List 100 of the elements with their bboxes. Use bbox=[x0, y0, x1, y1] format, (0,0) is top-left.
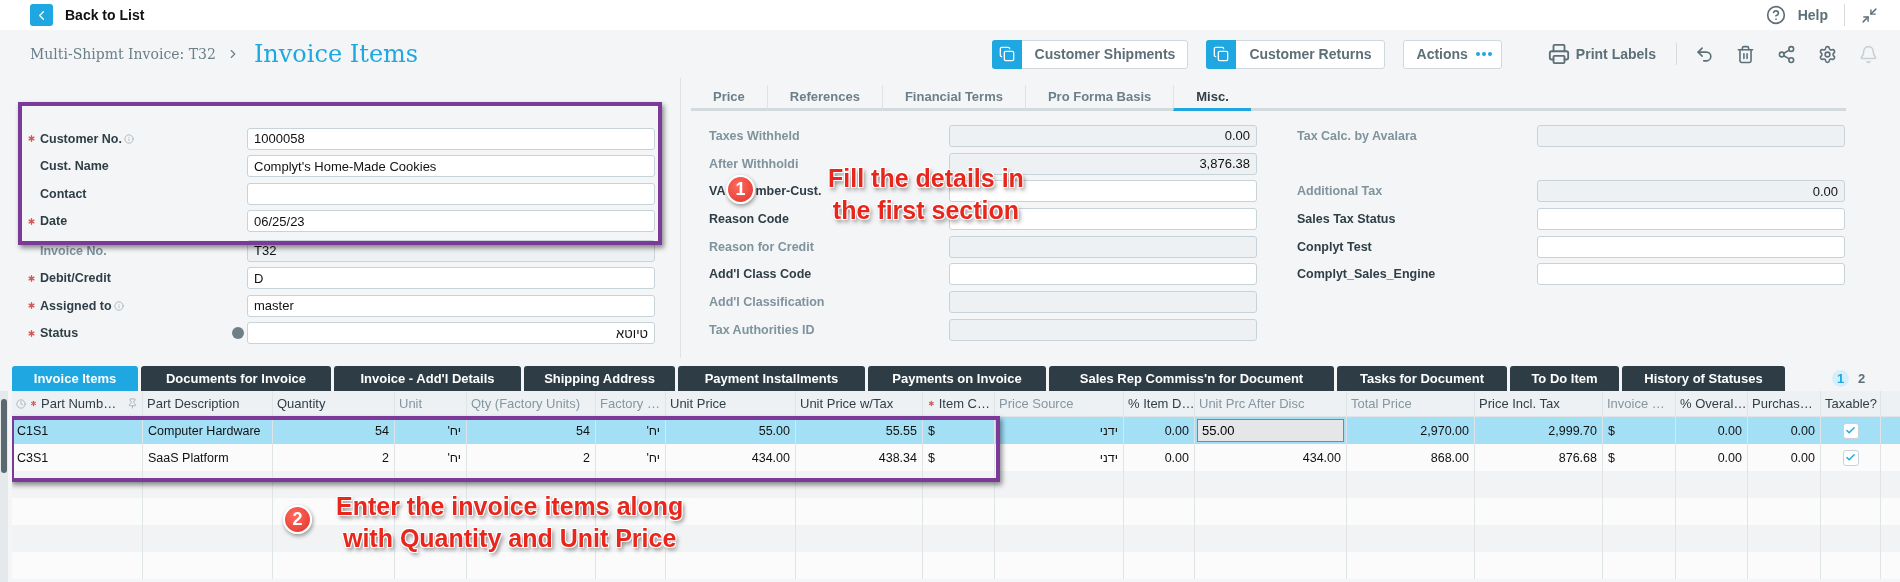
column-header[interactable]: Unit Price w/Tax bbox=[796, 391, 923, 416]
tab[interactable]: References bbox=[766, 85, 882, 111]
column-header[interactable]: Part Description bbox=[143, 391, 273, 416]
documents-icon bbox=[998, 46, 1015, 62]
tab[interactable]: Shipping Address bbox=[524, 366, 675, 391]
field-label: Add'l Classification bbox=[709, 294, 826, 309]
input-field[interactable]: 06/25/23 bbox=[247, 210, 655, 233]
page-button[interactable]: 2 bbox=[1853, 370, 1870, 387]
input-field[interactable] bbox=[949, 263, 1257, 286]
input-field[interactable]: master bbox=[247, 294, 655, 317]
tab[interactable]: Payments on Invoice bbox=[868, 366, 1046, 391]
info-icon[interactable] bbox=[123, 133, 134, 144]
column-title: Factory … bbox=[600, 396, 660, 411]
field-label: Assigned to bbox=[40, 298, 228, 313]
checkbox[interactable] bbox=[1842, 422, 1859, 439]
input-field[interactable] bbox=[1537, 235, 1845, 258]
field-label: Status bbox=[40, 326, 80, 341]
column-title: Qty (Factory Units) bbox=[471, 396, 581, 411]
step-badge: 1 bbox=[726, 175, 755, 204]
field-label: Customer No. bbox=[40, 131, 228, 146]
help-link[interactable]: Help bbox=[1797, 7, 1828, 23]
column-header[interactable]: Quantity bbox=[273, 391, 395, 416]
dots-icon bbox=[1475, 52, 1492, 56]
input-field[interactable] bbox=[1537, 207, 1845, 230]
column-title: Part Description bbox=[147, 396, 240, 411]
link-button[interactable]: Customer Shipments bbox=[991, 39, 1189, 69]
field-label: Tax Authorities ID bbox=[709, 322, 816, 337]
column-title: Unit Price bbox=[670, 396, 727, 411]
column-title: Invoice … bbox=[1607, 396, 1665, 411]
printer-icon bbox=[1547, 43, 1570, 65]
field-label: Sales Tax Status bbox=[1297, 211, 1397, 226]
input-field[interactable]: D bbox=[247, 267, 655, 290]
scrollbar[interactable] bbox=[0, 391, 8, 582]
column-title: Item C… bbox=[938, 396, 990, 411]
column-title: % Overal… bbox=[1680, 396, 1747, 411]
field-label: Reason Code bbox=[709, 211, 790, 226]
field-label: mber-Cust. bbox=[755, 184, 822, 199]
tab[interactable]: Price bbox=[691, 85, 767, 111]
tab[interactable]: Pro Forma Basis bbox=[1024, 85, 1174, 111]
link-button[interactable]: Customer Returns bbox=[1206, 39, 1385, 69]
collapse-icon[interactable] bbox=[1861, 6, 1878, 24]
column-title: Unit bbox=[399, 396, 423, 411]
field-label: Additional Tax bbox=[1297, 184, 1384, 199]
column-header[interactable]: Purchas… bbox=[1748, 391, 1821, 416]
tab[interactable]: Invoice - Add'l Details bbox=[334, 366, 521, 391]
column-header[interactable]: % Item D… bbox=[1124, 391, 1195, 416]
actions-button[interactable]: Actions bbox=[1402, 39, 1502, 69]
field-label: Contact bbox=[40, 186, 88, 201]
input-field[interactable]: Complyt's Home-Made Cookies bbox=[247, 155, 655, 178]
tab[interactable]: History of Statuses bbox=[1622, 366, 1785, 391]
column-header[interactable]: % Overal… bbox=[1676, 391, 1748, 416]
column-title: Unit Price w/Tax bbox=[800, 396, 894, 411]
check-icon bbox=[1845, 452, 1856, 463]
tab[interactable]: Financial Terms bbox=[881, 85, 1025, 111]
tab[interactable]: Payment Installments bbox=[678, 366, 865, 391]
input-field[interactable] bbox=[1537, 263, 1845, 286]
input-field[interactable]: טיוטא bbox=[247, 322, 655, 345]
field-label: After Withholdi bbox=[709, 156, 800, 171]
trash-icon[interactable] bbox=[1736, 44, 1755, 64]
tab[interactable]: Sales Rep Commiss'n for Document bbox=[1049, 366, 1334, 391]
column-title: % Item D… bbox=[1128, 396, 1195, 411]
field-label: Date bbox=[40, 214, 69, 229]
settings-icon[interactable] bbox=[1818, 44, 1837, 64]
back-button[interactable]: Back to List bbox=[30, 4, 145, 26]
input-field[interactable]: 1000058 bbox=[247, 127, 655, 150]
column-title: Unit Prc After Disc bbox=[1199, 396, 1305, 411]
undo-icon[interactable] bbox=[1695, 44, 1714, 64]
field-label: Add'l Class Code bbox=[709, 267, 813, 282]
column-title: Price Incl. Tax bbox=[1479, 396, 1560, 411]
tab[interactable]: To Do Item bbox=[1510, 366, 1619, 391]
documents-icon bbox=[1213, 46, 1230, 62]
field-label: Tax Calc. by Avalara bbox=[1297, 128, 1418, 143]
column-title: Part Numb… bbox=[41, 396, 117, 411]
column-header[interactable]: Taxable? bbox=[1821, 391, 1881, 416]
column-title: Quantity bbox=[277, 396, 326, 411]
checkbox[interactable] bbox=[1842, 449, 1859, 466]
column-header[interactable]: Price Incl. Tax bbox=[1475, 391, 1603, 416]
info-icon[interactable] bbox=[113, 300, 124, 311]
tab[interactable]: Misc. bbox=[1173, 85, 1251, 111]
pin-icon[interactable] bbox=[127, 398, 138, 409]
annotation-text: Enter the invoice items along with Quantity and Unit Price bbox=[336, 491, 684, 554]
column-header[interactable]: Item C… bbox=[923, 391, 995, 416]
column-header[interactable]: Part Numb… bbox=[12, 391, 143, 416]
share-icon[interactable] bbox=[1777, 44, 1796, 64]
cell-editor[interactable]: 55.00 bbox=[1197, 419, 1344, 442]
field-label: Reason for Credit bbox=[709, 239, 815, 254]
status-dot bbox=[231, 327, 244, 340]
check-icon bbox=[1845, 425, 1856, 436]
help-icon[interactable] bbox=[1765, 5, 1786, 25]
breadcrumb-link[interactable]: Multi-Shipmt Invoice: T32 bbox=[30, 46, 216, 62]
field-label: Debit/Credit bbox=[40, 271, 112, 286]
input-field[interactable] bbox=[247, 182, 655, 205]
print-labels-button[interactable]: Print Labels bbox=[1541, 42, 1662, 66]
tab[interactable]: Documents for Invoice bbox=[141, 366, 331, 391]
column-header[interactable]: Unit Price bbox=[666, 391, 796, 416]
column-title: Price Source bbox=[999, 396, 1074, 411]
field-label: Invoice No. bbox=[40, 243, 108, 258]
column-title: Total Price bbox=[1351, 396, 1412, 411]
tab[interactable]: Tasks for Document bbox=[1337, 366, 1507, 391]
field-label: Complyt_Sales_Engine bbox=[1297, 267, 1437, 282]
